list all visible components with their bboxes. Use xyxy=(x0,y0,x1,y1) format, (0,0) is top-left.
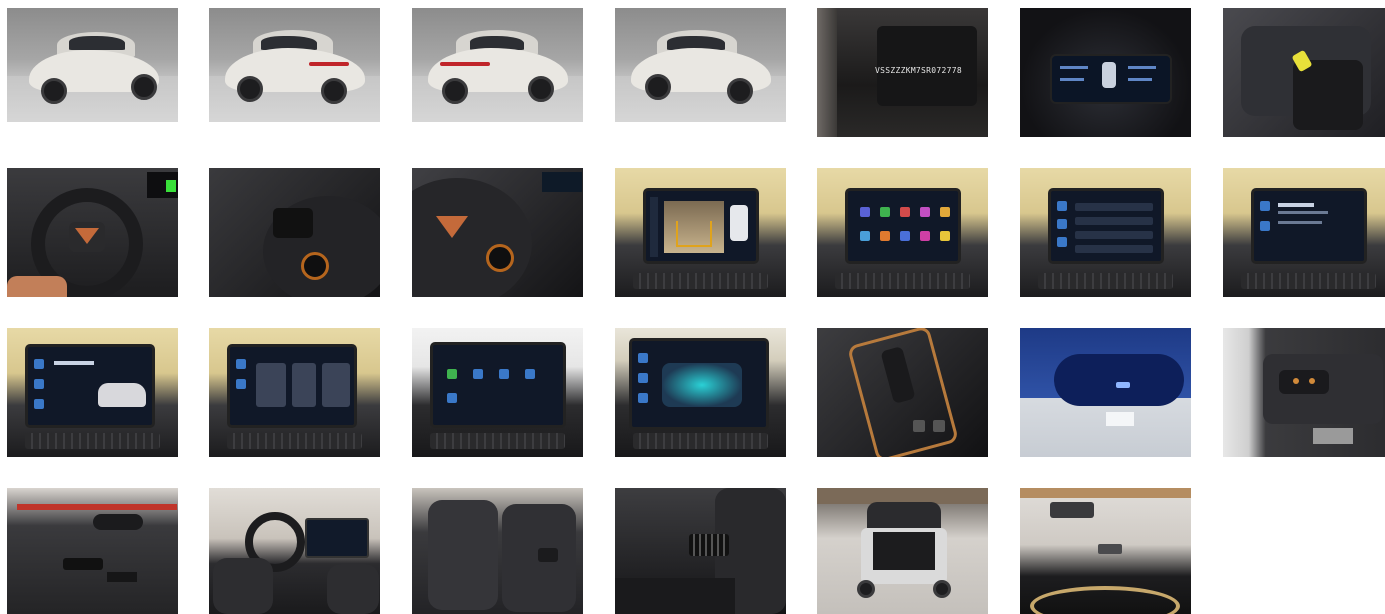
photo-front-cabin[interactable] xyxy=(209,488,380,614)
photo-steering-right-controls[interactable] xyxy=(412,168,583,297)
vin-text: VSSZZZKM7SR072778 xyxy=(875,66,962,75)
photo-vin-plate[interactable]: VSSZZZKM7SR072778 xyxy=(817,8,988,137)
photo-steering-left-controls[interactable] xyxy=(209,168,380,297)
photo-infotainment-menu[interactable] xyxy=(412,328,583,457)
photo-infotainment-vehicle[interactable] xyxy=(7,328,178,457)
photo-exterior-front-left[interactable] xyxy=(7,8,178,122)
photo-rear-view-mirror[interactable] xyxy=(1020,328,1191,457)
photo-key-on-seat[interactable] xyxy=(1223,8,1385,137)
photo-rear-vents[interactable] xyxy=(615,488,786,614)
photo-infotainment-ambient[interactable] xyxy=(615,328,786,457)
photo-infotainment-assist[interactable] xyxy=(209,328,380,457)
photo-infotainment-phone[interactable] xyxy=(1223,168,1385,297)
photo-door-panel[interactable] xyxy=(7,488,178,614)
photo-steering-wheel[interactable] xyxy=(7,168,178,297)
photo-exterior-front-right[interactable] xyxy=(615,8,786,122)
photo-exterior-rear-right[interactable] xyxy=(412,8,583,122)
photo-infotainment-settings[interactable] xyxy=(1020,168,1191,297)
photo-tailgate-detail[interactable] xyxy=(1020,488,1191,614)
photo-rear-camera-screen[interactable] xyxy=(615,168,786,297)
photo-rear-seats[interactable] xyxy=(412,488,583,614)
photo-infotainment-apps[interactable] xyxy=(817,168,988,297)
photo-gallery: VSSZZZKM7SR072778 xyxy=(0,0,1385,614)
photo-trunk-open[interactable] xyxy=(817,488,988,614)
photo-light-switch[interactable] xyxy=(1223,328,1385,457)
photo-exterior-rear-left[interactable] xyxy=(209,8,380,122)
photo-gear-selector[interactable] xyxy=(817,328,988,457)
photo-digital-cockpit[interactable] xyxy=(1020,8,1191,137)
